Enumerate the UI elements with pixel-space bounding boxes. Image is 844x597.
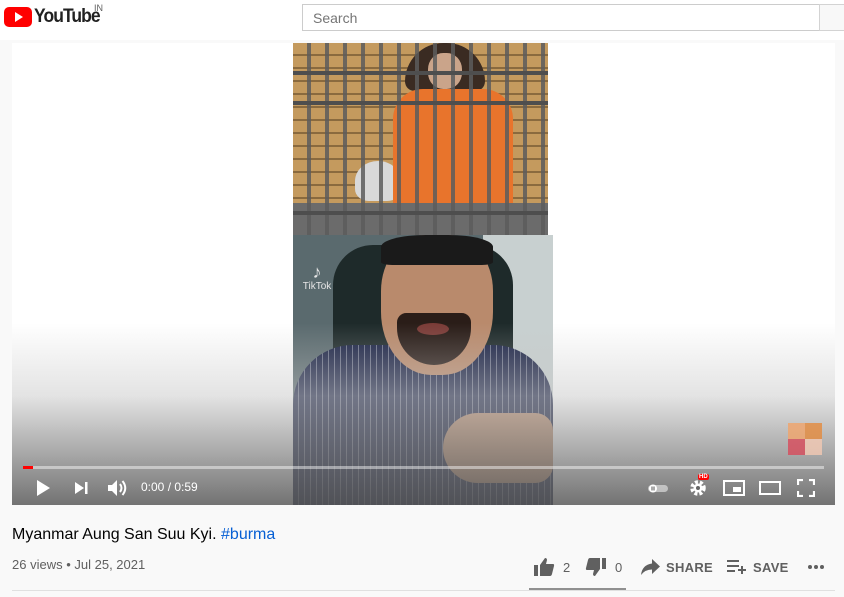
video-player[interactable]: ♪ TikTok 0:00 / 0:59 HD — [12, 43, 835, 505]
autoplay-toggle[interactable] — [646, 476, 672, 500]
search-input[interactable] — [303, 5, 819, 30]
tiktok-note-icon: ♪ — [312, 262, 322, 282]
miniplayer-button[interactable] — [722, 476, 746, 500]
video-title: Myanmar Aung San Suu Kyi. #burma — [12, 526, 275, 544]
progress-played — [23, 466, 34, 469]
volume-button[interactable] — [105, 476, 131, 500]
playlist-add-icon — [727, 560, 746, 574]
dislike-count: 0 — [615, 559, 623, 575]
settings-button[interactable]: HD — [686, 474, 710, 500]
tiktok-label: TikTok — [302, 281, 332, 292]
progress-bar[interactable] — [23, 466, 824, 469]
more-horiz-icon — [808, 565, 824, 569]
logo-text: YouTube — [34, 6, 101, 27]
share-label: SHARE — [666, 559, 714, 575]
theater-mode-icon — [759, 481, 781, 495]
save-button[interactable]: SAVE — [727, 556, 789, 578]
settings-gear-icon — [690, 480, 706, 496]
search-box — [302, 4, 820, 31]
controls-gradient — [12, 323, 835, 505]
play-button[interactable] — [32, 476, 54, 500]
thumbs-up-icon — [534, 558, 555, 576]
next-button[interactable] — [70, 476, 92, 500]
volume-icon — [108, 480, 127, 496]
play-icon — [37, 480, 50, 496]
miniplayer-icon — [723, 480, 745, 496]
share-button[interactable]: SHARE — [640, 556, 713, 578]
next-icon — [75, 482, 88, 494]
masthead: YouTube IN — [0, 0, 844, 40]
more-actions-button[interactable] — [807, 556, 825, 578]
like-count: 2 — [563, 559, 571, 575]
section-divider — [12, 590, 835, 591]
dislike-button[interactable]: 0 — [585, 556, 622, 578]
fullscreen-button[interactable] — [794, 476, 818, 500]
channel-watermark[interactable] — [788, 423, 822, 455]
save-label: SAVE — [753, 559, 789, 575]
video-title-text: Myanmar Aung San Suu Kyi. — [12, 526, 217, 543]
view-count: 26 views — [12, 557, 63, 572]
upload-date: Jul 25, 2021 — [74, 557, 146, 572]
thumbs-down-icon — [585, 558, 606, 576]
youtube-logo-icon — [4, 7, 32, 27]
time-display: 0:00 / 0:59 — [141, 480, 198, 494]
tiktok-watermark: ♪ TikTok — [297, 263, 337, 292]
youtube-logo[interactable]: YouTube IN — [4, 3, 105, 28]
country-code: IN — [94, 3, 103, 13]
like-button[interactable]: 2 — [533, 556, 570, 578]
theater-mode-button[interactable] — [758, 476, 782, 500]
hashtag-link[interactable]: #burma — [221, 526, 275, 543]
hd-badge: HD — [698, 474, 709, 480]
video-frame-upper — [293, 43, 548, 235]
video-meta: 26 views • Jul 25, 2021 — [12, 557, 145, 572]
search-button[interactable] — [819, 4, 844, 31]
fullscreen-icon — [797, 479, 815, 497]
meta-separator: • — [66, 557, 71, 572]
autoplay-toggle-icon — [648, 484, 668, 493]
share-arrow-icon — [641, 559, 660, 575]
